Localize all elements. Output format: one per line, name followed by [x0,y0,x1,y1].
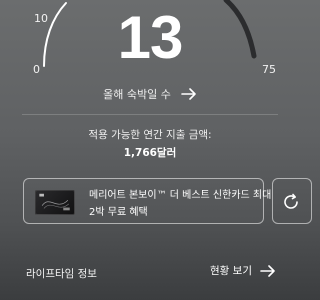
promo-card[interactable]: 메리어트 본보이™ 더 베스트 신한카드 최대 2박 무료 혜택 [23,178,271,224]
arrow-right-icon [260,264,275,277]
lifetime-info-label: 라이프타임 정보 [26,268,97,280]
arrow-right-icon [181,88,196,100]
promo-title: 메리어트 본보이™ 더 베스트 신한카드 최대 [89,190,272,201]
promo-subtitle: 2박 무료 혜택 [89,207,148,218]
credit-card-thumbnail [35,190,75,215]
refresh-icon [284,193,298,209]
nights-count: 13 [117,4,184,71]
divider [22,114,278,115]
nights-link[interactable]: 올해 숙박일 수 [0,86,300,102]
nights-link-label: 올해 숙박일 수 [103,88,171,101]
view-status-label: 현황 보기 [210,265,252,277]
next-promo-card[interactable] [272,178,312,224]
view-status-link[interactable]: 현황 보기 [210,263,276,278]
spend-label: 적용 가능한 연간 지출 금액: [88,129,212,141]
spend-value: 1,766달러 [123,147,177,159]
